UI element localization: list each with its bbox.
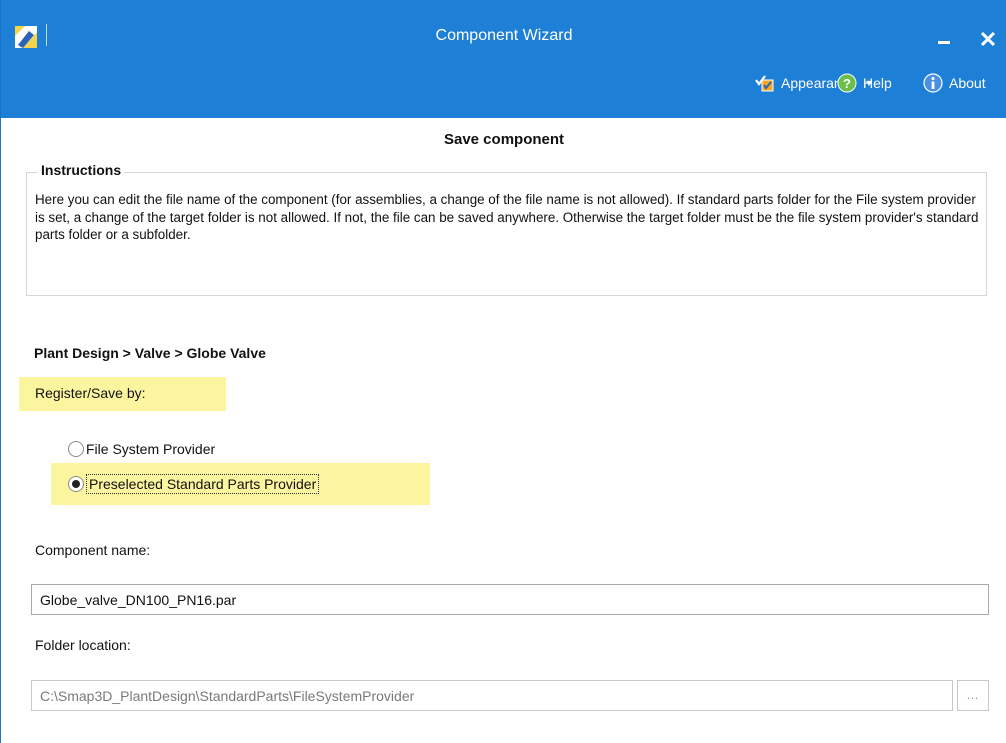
info-icon: [923, 73, 943, 93]
about-menu[interactable]: About: [923, 72, 986, 94]
radio-unchecked-icon[interactable]: [68, 441, 84, 457]
component-wizard-window: Component Wizard ✕ Appearance ▼ ? Help A…: [0, 0, 1006, 743]
breadcrumb: Plant Design > Valve > Globe Valve: [34, 345, 266, 361]
appearance-checklist-icon: [755, 75, 774, 92]
radio-file-system-provider[interactable]: File System Provider: [68, 441, 215, 457]
close-button[interactable]: ✕: [976, 25, 1000, 55]
radio-label: Preselected Standard Parts Provider: [86, 474, 320, 494]
register-save-by-label: Register/Save by:: [19, 377, 226, 411]
title-bar: Component Wizard ✕ Appearance ▼ ? Help A…: [1, 0, 1006, 118]
svg-text:?: ?: [843, 76, 851, 91]
minimize-button[interactable]: [933, 22, 955, 52]
component-name-label: Component name:: [35, 542, 151, 558]
page-title: Save component: [443, 131, 565, 148]
help-menu[interactable]: ? Help: [837, 72, 892, 94]
instructions-title: Instructions: [38, 162, 125, 178]
folder-location-input: [31, 680, 953, 711]
help-label: Help: [863, 75, 892, 91]
help-question-icon: ?: [837, 73, 857, 93]
about-label: About: [949, 75, 986, 91]
window-title: Component Wizard: [435, 27, 573, 44]
component-name-input[interactable]: [31, 584, 989, 615]
radio-label: File System Provider: [86, 441, 216, 457]
radio-preselected-standard-parts-provider[interactable]: Preselected Standard Parts Provider: [68, 474, 320, 494]
minimize-icon: [938, 41, 950, 44]
folder-location-label: Folder location:: [35, 637, 131, 653]
browse-folder-button: ...: [957, 680, 989, 711]
radio-checked-icon[interactable]: [68, 476, 84, 492]
instructions-text: Here you can edit the file name of the c…: [35, 192, 979, 242]
